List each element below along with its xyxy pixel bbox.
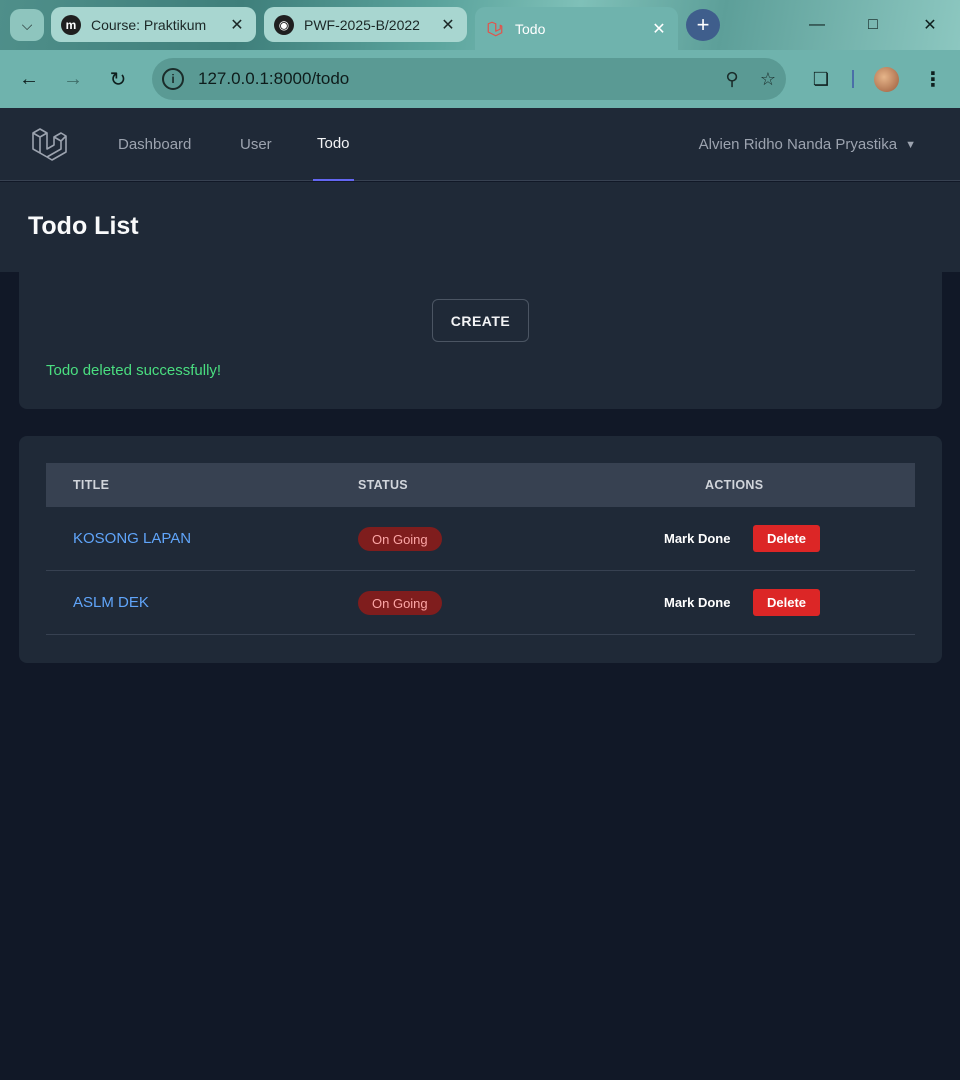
close-icon: ✕ (923, 17, 937, 34)
todo-title-link[interactable]: KOSONG LAPAN (73, 507, 191, 570)
tab-title: Todo (515, 20, 546, 37)
browser-tab-todo[interactable]: Todo ✕ (475, 7, 678, 50)
address-bar[interactable]: i 127.0.0.1:8000/todo ⚲ ☆ (152, 58, 786, 100)
chevron-down-icon: ⌵ (21, 16, 33, 33)
column-header-title: TITLE (73, 478, 110, 492)
user-dropdown-trigger[interactable]: Alvien Ridho Nanda Pryastika ▼ (699, 108, 916, 181)
maximize-icon: □ (868, 16, 878, 33)
more-vertical-icon: ⋮ (923, 68, 943, 91)
laravel-logo-icon[interactable] (30, 125, 68, 163)
mark-done-button[interactable]: Mark Done (664, 571, 730, 634)
site-info-icon[interactable]: i (162, 68, 184, 90)
flash-success-message: Todo deleted successfully! (46, 362, 222, 379)
column-header-status: STATUS (358, 478, 408, 492)
nav-link-todo[interactable]: Todo (313, 108, 354, 181)
top-navigation: Dashboard User Todo Alvien Ridho Nanda P… (0, 108, 960, 181)
minimize-button[interactable]: — (790, 10, 844, 40)
create-button[interactable]: CREATE (432, 299, 529, 342)
bookmark-star-icon[interactable]: ☆ (750, 69, 786, 90)
column-header-actions: ACTIONS (705, 478, 764, 492)
delete-button[interactable]: Delete (753, 589, 820, 616)
close-icon[interactable]: ✕ (228, 15, 246, 35)
github-icon: ◉ (274, 14, 294, 35)
app-root: Dashboard User Todo Alvien Ridho Nanda P… (0, 108, 960, 1080)
nav-link-dashboard[interactable]: Dashboard (118, 108, 191, 181)
forward-button[interactable]: → (58, 64, 88, 94)
maximize-button[interactable]: □ (846, 10, 900, 40)
plus-icon: + (696, 12, 710, 37)
delete-button[interactable]: Delete (753, 525, 820, 552)
todo-table: TITLE STATUS ACTIONS KOSONG LAPAN On Goi… (46, 463, 915, 635)
minimize-icon: — (809, 16, 825, 33)
toolbar-divider (852, 70, 854, 88)
browser-toolbar: ← → ↻ i 127.0.0.1:8000/todo ⚲ ☆ ❏ ⋮ (0, 50, 960, 108)
profile-avatar[interactable] (874, 67, 899, 92)
browser-menu-button[interactable]: ⋮ (918, 64, 948, 94)
browser-chrome: ⌵ m Course: Praktikum ✕ ◉ PWF-2025-B/202… (0, 0, 960, 108)
back-button[interactable]: ← (14, 64, 44, 94)
status-badge: On Going (358, 591, 442, 615)
extensions-button[interactable]: ❏ (806, 64, 836, 94)
mark-done-button[interactable]: Mark Done (664, 507, 730, 570)
tab-title: Course: Praktikum (91, 16, 207, 33)
actions-card: CREATE Todo deleted successfully! (19, 272, 942, 409)
reload-button[interactable]: ↻ (103, 64, 133, 94)
puzzle-icon: ❏ (812, 68, 830, 89)
nav-link-user[interactable]: User (240, 108, 272, 181)
table-row: ASLM DEK On Going Mark Done Delete (46, 571, 915, 635)
arrow-left-icon: ← (19, 67, 39, 90)
status-badge: On Going (358, 527, 442, 551)
moodle-m-icon: m (61, 14, 81, 35)
url-text[interactable]: 127.0.0.1:8000/todo (198, 69, 714, 89)
new-tab-button[interactable]: + (686, 9, 720, 41)
laravel-icon (485, 19, 505, 39)
arrow-right-icon: → (63, 67, 83, 90)
user-name: Alvien Ridho Nanda Pryastika (698, 136, 898, 153)
browser-tab-course[interactable]: m Course: Praktikum ✕ (51, 7, 256, 42)
todo-table-card: TITLE STATUS ACTIONS KOSONG LAPAN On Goi… (19, 436, 942, 663)
tab-title: PWF-2025-B/2022 (304, 16, 420, 33)
window-close-button[interactable]: ✕ (903, 10, 957, 40)
tab-strip: ⌵ m Course: Praktikum ✕ ◉ PWF-2025-B/202… (0, 0, 960, 50)
reload-icon: ↻ (109, 68, 127, 91)
zoom-icon[interactable]: ⚲ (714, 69, 750, 90)
page-header: Todo List (0, 182, 960, 272)
close-icon[interactable]: ✕ (439, 15, 457, 35)
table-header: TITLE STATUS ACTIONS (46, 463, 915, 507)
page-title: Todo List (28, 212, 139, 240)
close-icon[interactable]: ✕ (650, 19, 668, 39)
todo-title-link[interactable]: ASLM DEK (73, 571, 149, 634)
tab-search-button[interactable]: ⌵ (10, 9, 44, 41)
table-row: KOSONG LAPAN On Going Mark Done Delete (46, 507, 915, 571)
chevron-down-icon: ▼ (905, 138, 916, 151)
browser-tab-github[interactable]: ◉ PWF-2025-B/2022 ✕ (264, 7, 467, 42)
